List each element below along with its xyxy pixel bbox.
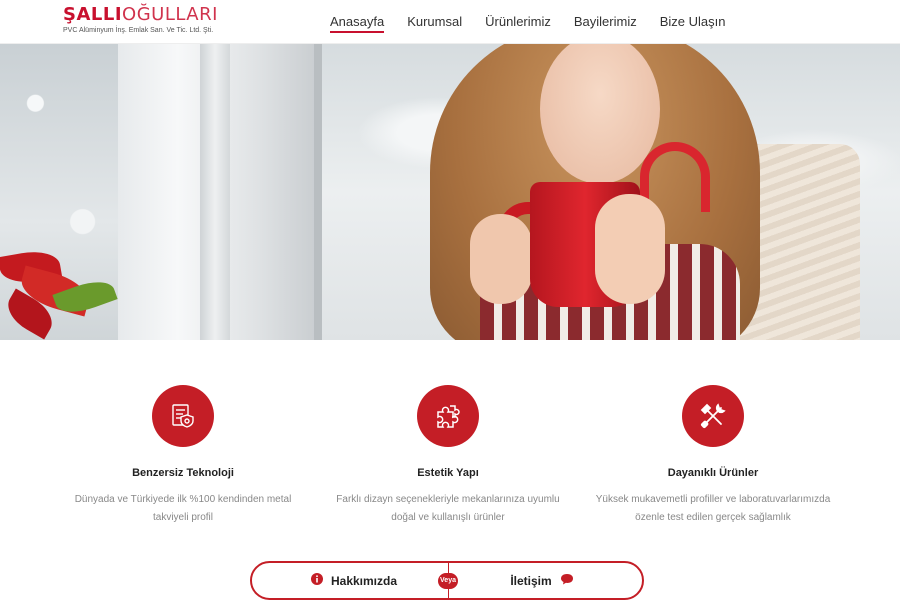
poinsettia-plant: [0, 244, 118, 340]
feature-description: Farklı dizayn seçenekleriyle mekanlarını…: [336, 494, 560, 523]
main-navigation: Anasayfa Kurumsal Ürünlerimiz Bayilerimi…: [330, 0, 748, 44]
feature-card-technology: Benzersiz Teknoloji Dünyada ve Türkiyede…: [48, 385, 318, 527]
nav-item-urunlerimiz[interactable]: Ürünlerimiz: [485, 0, 551, 44]
left-hand: [470, 214, 532, 304]
window-frame-divider: [200, 44, 230, 340]
about-button[interactable]: Hakkımızda: [252, 563, 448, 598]
brand-logo[interactable]: ŞALLIOĞULLARI PVC Alüminyum İnş. Emlak S…: [63, 5, 218, 35]
nav-item-anasayfa[interactable]: Anasayfa: [330, 0, 385, 44]
logo-subtitle: PVC Alüminyum İnş. Emlak San. Ve Tic. Lt…: [63, 27, 214, 34]
logo-name-bold: ŞALLI: [63, 4, 123, 25]
contact-button[interactable]: İletişim: [448, 563, 644, 598]
feature-title: Estetik Yapı: [417, 467, 479, 479]
nav-item-kurumsal[interactable]: Kurumsal: [407, 0, 462, 44]
nav-item-bize-ulasin[interactable]: Bize Ulaşın: [660, 0, 726, 44]
info-icon: [310, 573, 323, 588]
feature-card-aesthetic: Estetik Yapı Farklı dizayn seçenekleriyl…: [313, 385, 583, 527]
puzzle-icon: [417, 385, 479, 447]
feature-card-durable: Dayanıklı Ürünler Yüksek mukavemetli pro…: [578, 385, 848, 527]
features-section: Benzersiz Teknoloji Dünyada ve Türkiyede…: [0, 340, 900, 550]
site-header: ŞALLIOĞULLARI PVC Alüminyum İnş. Emlak S…: [0, 0, 900, 44]
tools-icon: [682, 385, 744, 447]
technology-document-icon: [152, 385, 214, 447]
feature-title: Dayanıklı Ürünler: [667, 467, 759, 479]
window-post: [314, 44, 322, 340]
about-button-label: Hakkımızda: [330, 573, 398, 588]
chat-bubble-icon: [560, 573, 574, 588]
right-hand: [595, 194, 665, 304]
feature-description: Dünyada ve Türkiyede ilk %100 kendinden …: [74, 494, 292, 523]
logo-name-light: OĞULLARI: [122, 4, 218, 25]
feature-description: Yüksek mukavemetli profiller ve laboratu…: [595, 494, 831, 523]
hero-banner: [0, 44, 900, 340]
contact-button-label: İletişim: [510, 573, 552, 588]
about-contact-switch: Hakkımızda Veya İletişim: [250, 561, 644, 600]
logo-wordmark: ŞALLIOĞULLARI: [63, 5, 218, 25]
feature-title: Benzersiz Teknoloji: [132, 467, 234, 479]
nav-item-bayilerimiz[interactable]: Bayilerimiz: [574, 0, 637, 44]
